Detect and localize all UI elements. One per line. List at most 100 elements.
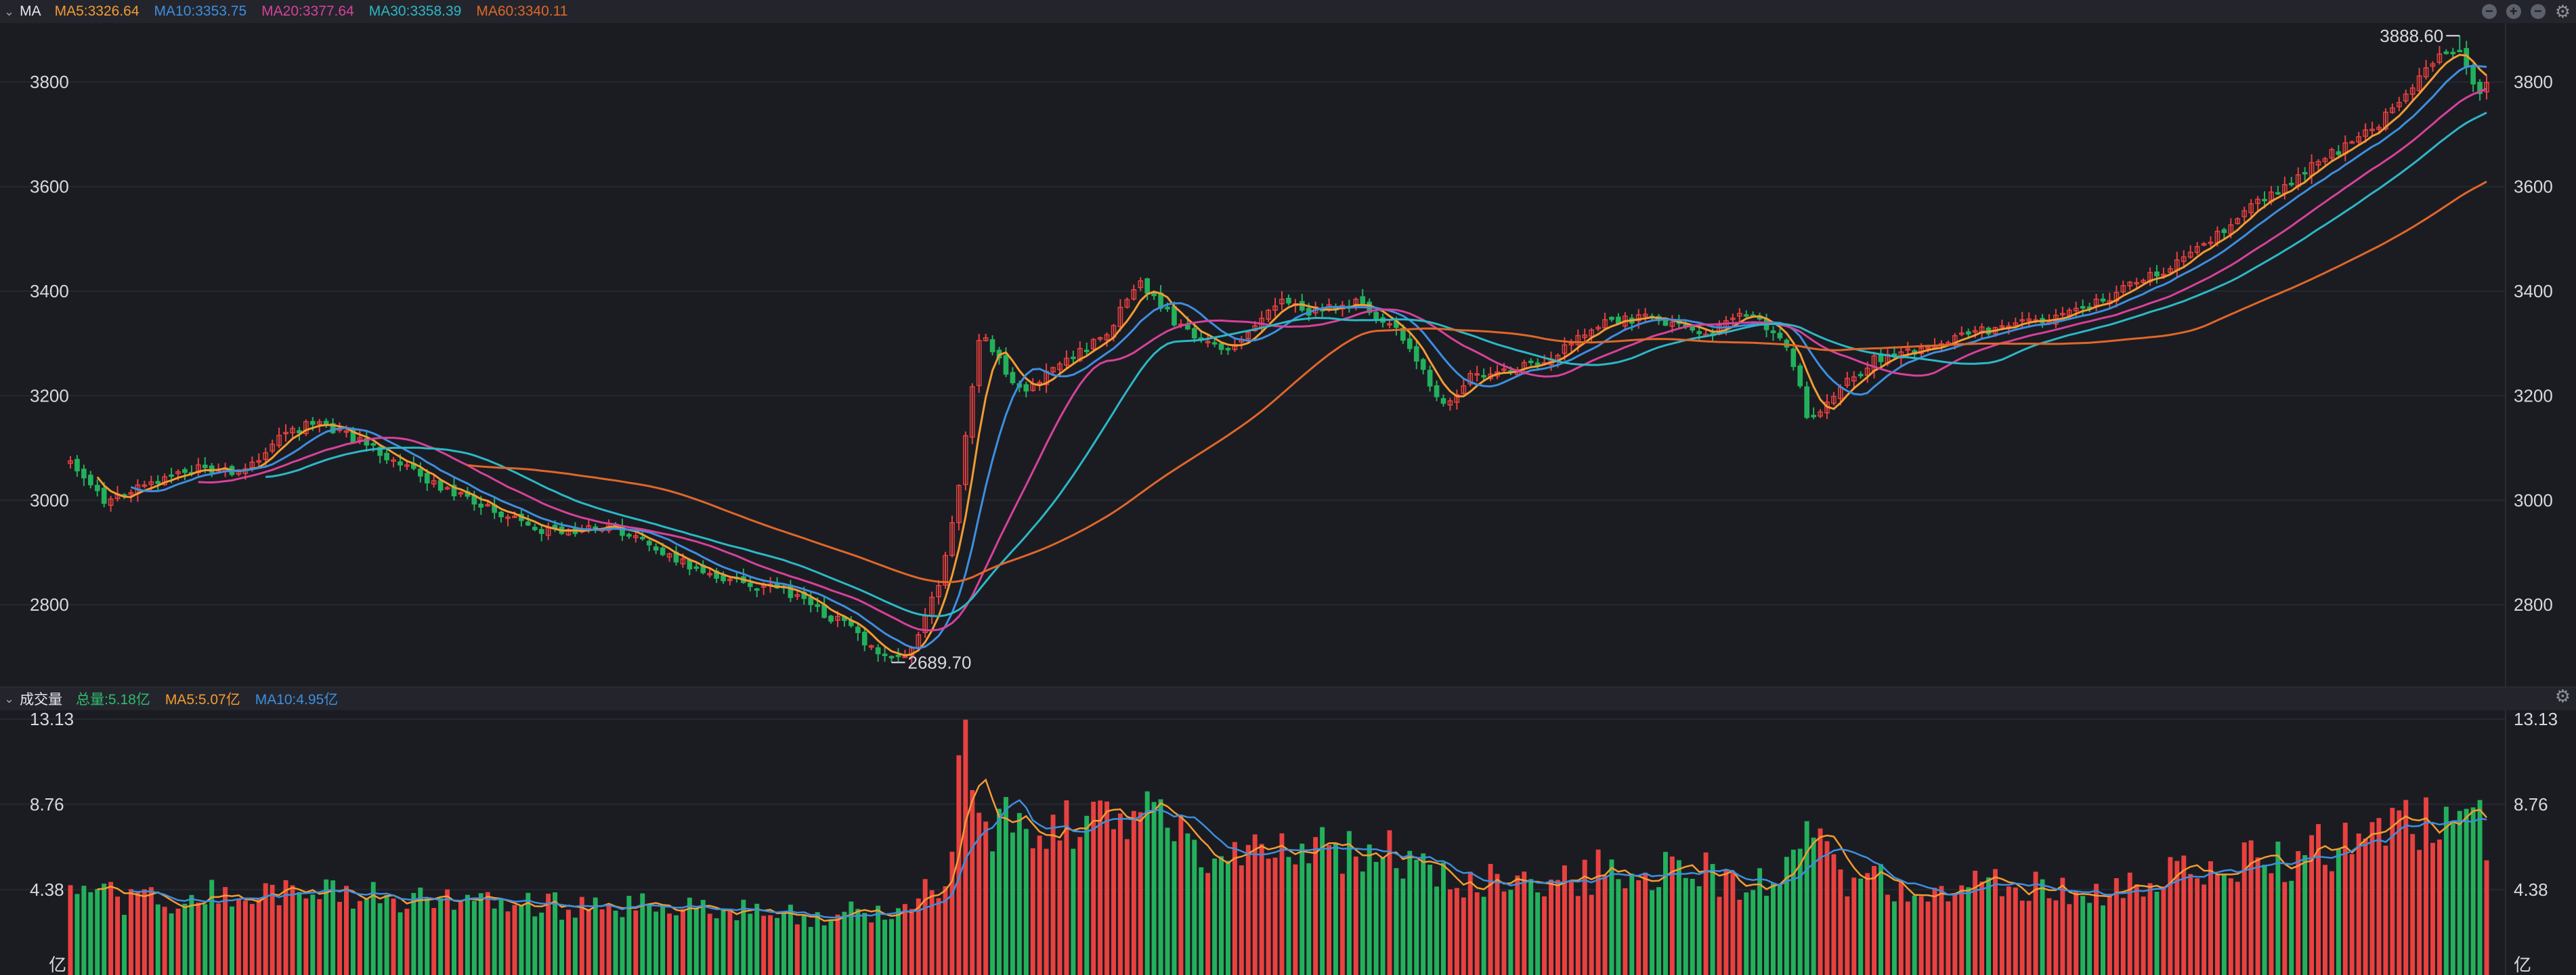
volume-bar xyxy=(512,905,517,975)
volume-bar xyxy=(667,913,672,975)
candle-body xyxy=(2450,51,2456,55)
volume-bar xyxy=(1568,881,1574,975)
volume-bar xyxy=(849,901,854,975)
volume-bar xyxy=(1790,849,1796,975)
minus-circle-icon[interactable]: − xyxy=(2530,4,2546,19)
gear-icon[interactable]: ⚙ xyxy=(2555,687,2571,705)
volume-bar xyxy=(2450,821,2455,975)
candle-body xyxy=(182,469,188,473)
volume-bar xyxy=(990,851,995,975)
volume-bar xyxy=(317,898,322,975)
volume-bar xyxy=(821,925,827,975)
volume-chart[interactable]: 4.38 4.38 8.76 8.76 13.13 13.13 亿 亿 xyxy=(0,710,2576,975)
volume-bar xyxy=(230,906,235,975)
collapse-chevron-icon[interactable]: ⌄ xyxy=(4,5,14,19)
candle-body xyxy=(1743,314,1749,317)
volume-bar xyxy=(1838,869,1843,975)
volume-bar xyxy=(2383,845,2388,975)
volume-bar xyxy=(1245,844,1251,975)
volume-bar xyxy=(209,880,215,975)
candle-body xyxy=(1165,307,1170,309)
volume-bar xyxy=(505,911,511,975)
volume-bar xyxy=(452,909,456,975)
volume-bar xyxy=(2316,824,2321,975)
candle-body xyxy=(424,473,430,483)
volume-bar xyxy=(1057,840,1062,975)
volume-label[interactable]: 成交量 xyxy=(20,689,62,709)
candle-body xyxy=(1420,359,1426,370)
volume-bar xyxy=(586,909,591,975)
volume-bar xyxy=(1959,885,1965,975)
volume-bar xyxy=(2147,883,2153,975)
candle-body xyxy=(1413,346,1419,362)
candle-body xyxy=(693,566,700,569)
volume-bar xyxy=(377,903,383,975)
volume-bar xyxy=(1239,865,1244,975)
candle-body xyxy=(437,480,444,491)
plus-circle-icon[interactable]: + xyxy=(2506,4,2521,19)
y-tick-right: 3200 xyxy=(2514,385,2553,406)
volume-bar xyxy=(1306,863,1312,975)
volume-bar xyxy=(869,922,874,975)
volume-bar xyxy=(828,920,834,975)
volume-bar xyxy=(1932,888,1937,975)
y-tick-right: 3800 xyxy=(2514,72,2553,92)
minus-circle-icon[interactable]: − xyxy=(2481,4,2497,19)
volume-bar xyxy=(929,890,935,975)
volume-bar xyxy=(1117,813,1123,975)
volume-bar xyxy=(2342,823,2348,975)
volume-bar xyxy=(344,886,349,975)
volume-bar xyxy=(1595,849,1601,975)
volume-bar xyxy=(1205,873,1211,975)
volume-bar xyxy=(1629,873,1635,975)
volume-bar xyxy=(1723,869,1729,975)
volume-bar xyxy=(788,905,793,975)
volume-bar xyxy=(175,908,181,975)
volume-bar xyxy=(1589,894,1594,975)
volume-bar xyxy=(2477,800,2483,975)
volume-bar xyxy=(997,808,1002,975)
volume-bar xyxy=(478,893,484,975)
volume-bar xyxy=(492,908,497,975)
y-tick-left: 3400 xyxy=(30,281,69,301)
volume-bar xyxy=(963,719,968,975)
candle-body xyxy=(1003,355,1009,375)
indicator-label[interactable]: MA xyxy=(20,3,41,20)
candle-body xyxy=(888,655,895,659)
volume-bar xyxy=(1771,883,1776,975)
volume-bar xyxy=(1427,865,1433,975)
volume-bar xyxy=(2208,861,2213,975)
volume-bar xyxy=(189,894,194,975)
volume-bar xyxy=(1939,886,1944,975)
candle-body xyxy=(875,647,881,655)
volume-bar xyxy=(2107,893,2112,975)
price-chart[interactable]: 2800 2800 3000 3000 3200 3200 3400 3400 3600 3600… xyxy=(0,23,2576,687)
volume-bar xyxy=(2087,903,2092,975)
volume-bar xyxy=(1925,901,1931,975)
volume-bar xyxy=(532,916,538,975)
volume-bar xyxy=(1400,878,1406,975)
candle-body xyxy=(478,503,484,508)
candle-body xyxy=(1360,296,1366,304)
volume-bar xyxy=(1623,888,1628,975)
volume-bar xyxy=(142,889,147,975)
volume-bar xyxy=(983,821,989,975)
volume-bar xyxy=(768,915,773,975)
ma-line-ma10 xyxy=(130,64,2487,650)
candle-body xyxy=(687,559,693,570)
volume-bar xyxy=(2410,833,2416,975)
candle-body xyxy=(1804,386,1810,418)
volume-bar xyxy=(1367,844,1372,975)
volume-bar xyxy=(1555,880,1560,975)
candle-body xyxy=(861,631,867,646)
gear-icon[interactable]: ⚙ xyxy=(2555,3,2571,20)
candle-body xyxy=(101,488,107,504)
volume-bar xyxy=(411,892,416,975)
volume-bar xyxy=(2006,886,2011,975)
volume-bar xyxy=(242,901,248,975)
volume-bar xyxy=(297,892,302,975)
volume-bar xyxy=(2363,838,2368,975)
candle-body xyxy=(1172,306,1177,326)
candle-body xyxy=(1528,360,1534,364)
collapse-chevron-icon[interactable]: ⌄ xyxy=(4,692,14,706)
